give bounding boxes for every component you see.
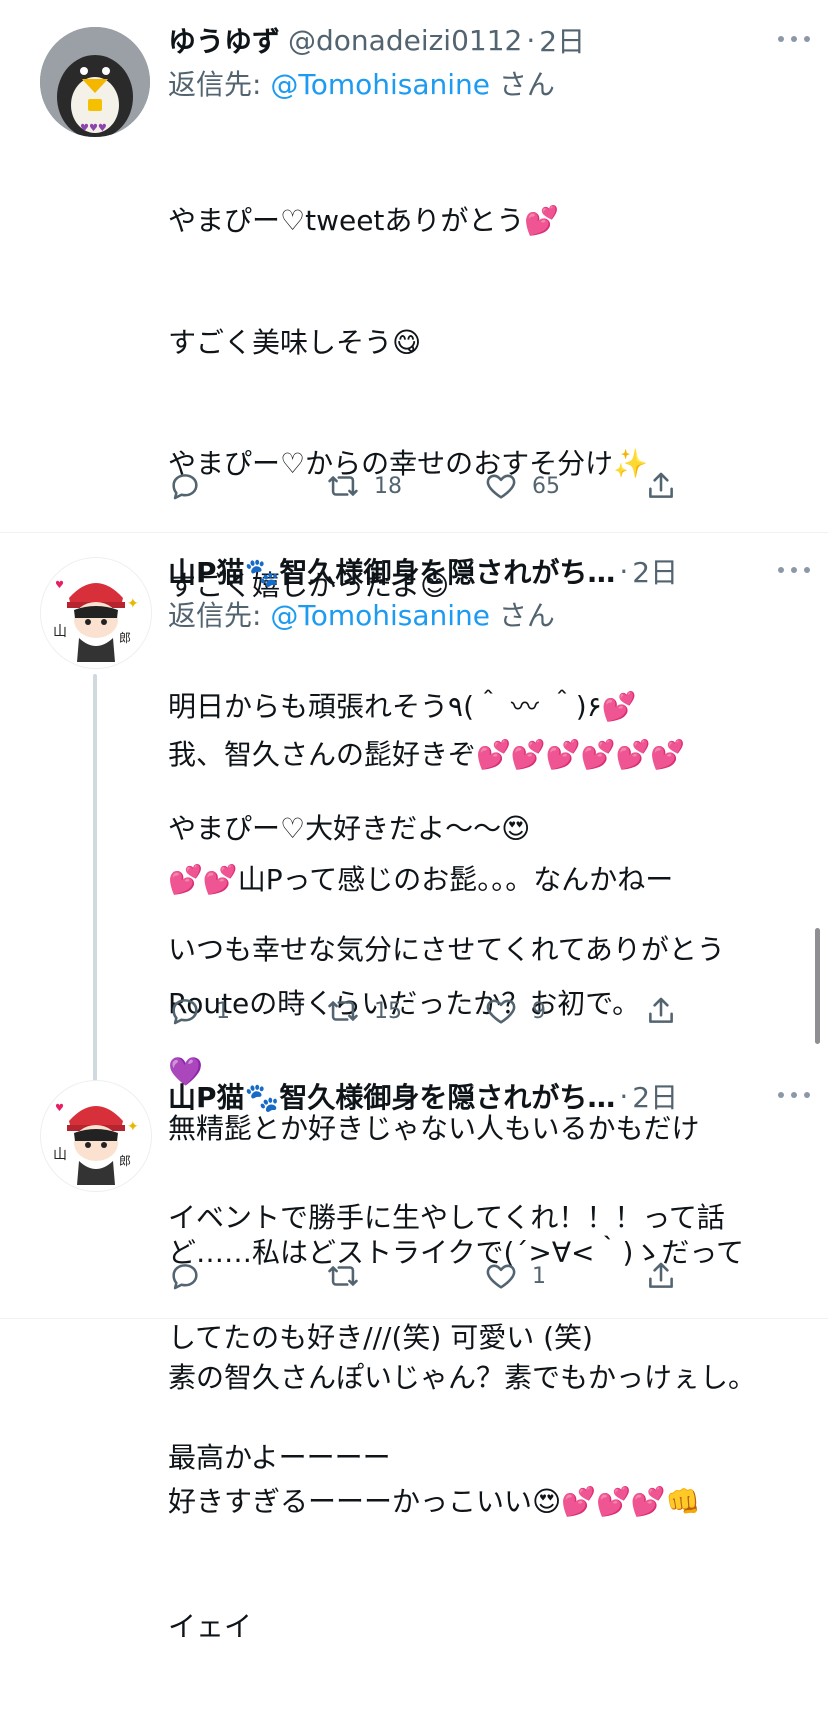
tweet-body: イベントで勝手に生やしてくれ！！！って話 してたのも好き///(笑) 可愛い (…	[168, 1118, 804, 1558]
tweet-line: イェイ	[168, 1609, 253, 1643]
tweet-line: イベントで勝手に生やしてくれ！！！って話	[168, 1201, 725, 1234]
retweet-button[interactable]	[326, 1259, 374, 1293]
display-name[interactable]: ゆうゆず	[168, 20, 280, 60]
tweet-line: やまぴー♡tweetありがとう💕	[168, 204, 560, 237]
tweet-line: 💕💕山Pって感じのお髭。。。なんかねー	[168, 862, 674, 896]
tweet-line: 我、智久さんの髭好きぞ💕💕💕💕💕💕	[168, 738, 686, 771]
retweet-icon	[328, 1001, 358, 1021]
timestamp[interactable]: 2日	[632, 1076, 678, 1116]
svg-text:♥: ♥	[55, 1103, 64, 1114]
separator-dot: ·	[526, 23, 536, 57]
heart-icon	[486, 474, 516, 499]
svg-text:山: 山	[53, 624, 67, 640]
anime-avatar-image: 山 郎 ✦ ♥	[41, 1081, 151, 1191]
display-name[interactable]: 山P猫🐾智久様御身を隠されがち…	[168, 551, 615, 591]
avatar[interactable]: 山 郎 ✦ ♥	[40, 557, 152, 669]
timestamp[interactable]: 2日	[632, 551, 678, 591]
reply-context: 返信先: @Tomohisanine さん	[168, 64, 804, 106]
retweet-icon	[328, 1266, 358, 1286]
anime-avatar-image: 山 郎 ✦ ♥	[41, 558, 151, 668]
reply-count: 1	[216, 998, 230, 1024]
more-icon[interactable]	[778, 1092, 810, 1102]
share-button[interactable]	[644, 469, 678, 503]
reply-mention-link[interactable]: @Tomohisanine	[270, 599, 490, 632]
reply-icon	[172, 1264, 198, 1290]
thread-connector-line	[93, 674, 97, 1104]
retweet-button[interactable]: 15	[326, 994, 402, 1028]
heart-icon	[486, 1264, 516, 1289]
like-count: 9	[532, 998, 546, 1024]
reply-button[interactable]	[168, 1259, 216, 1293]
timestamp[interactable]: 2日	[539, 20, 585, 60]
retweet-count: 18	[374, 473, 402, 499]
tweet-line: 最高かよーーーー	[168, 1441, 391, 1474]
divider	[0, 532, 828, 533]
like-count: 65	[532, 473, 560, 499]
like-button[interactable]: 65	[484, 469, 560, 503]
avatar[interactable]: 山 郎 ✦ ♥	[40, 1080, 152, 1192]
retweet-count: 15	[374, 998, 402, 1024]
penguin-avatar-image: ♥♥♥	[40, 27, 150, 137]
svg-text:♥♥♥: ♥♥♥	[80, 123, 107, 134]
share-icon	[649, 472, 673, 498]
like-count: 1	[532, 1263, 546, 1289]
share-icon	[649, 1262, 673, 1288]
more-icon[interactable]	[778, 567, 810, 577]
more-icon[interactable]	[778, 36, 810, 46]
scrollbar[interactable]	[815, 928, 820, 1044]
reply-icon	[172, 999, 198, 1025]
svg-text:✦: ✦	[127, 1119, 139, 1135]
reply-context: 返信先: @Tomohisanine さん	[168, 595, 804, 637]
separator-dot: ·	[619, 1079, 629, 1113]
svg-text:✦: ✦	[127, 596, 139, 612]
separator-dot: ·	[619, 554, 629, 588]
heart-icon	[486, 999, 516, 1024]
user-handle[interactable]: @donadeizi0112	[288, 24, 522, 57]
reply-button[interactable]	[168, 469, 216, 503]
reply-icon	[172, 474, 198, 500]
reply-prefix: 返信先:	[168, 68, 271, 101]
retweet-button[interactable]: 18	[326, 469, 402, 503]
share-button[interactable]	[644, 994, 678, 1028]
like-button[interactable]: 9	[484, 994, 546, 1028]
reply-prefix: 返信先:	[168, 599, 271, 632]
reply-mention-link[interactable]: @Tomohisanine	[270, 68, 490, 101]
svg-text:♥: ♥	[55, 580, 64, 591]
reply-suffix: さん	[490, 599, 555, 632]
display-name[interactable]: 山P猫🐾智久様御身を隠されがち…	[168, 1076, 615, 1116]
avatar[interactable]: ♥♥♥	[40, 27, 150, 137]
tweet-line: してたのも好き///(笑) 可愛い (笑)	[168, 1321, 593, 1354]
share-icon	[649, 997, 673, 1023]
reply-button[interactable]: 1	[168, 994, 230, 1028]
svg-text:山: 山	[53, 1147, 67, 1163]
like-button[interactable]: 1	[484, 1259, 546, 1293]
reply-suffix: さん	[490, 68, 555, 101]
svg-text:郎: 郎	[119, 1154, 131, 1168]
tweet-line: すごく美味しそう😋	[168, 325, 422, 359]
share-button[interactable]	[644, 1259, 678, 1293]
divider	[0, 1318, 828, 1319]
svg-text:郎: 郎	[119, 631, 131, 645]
retweet-icon	[328, 476, 358, 496]
